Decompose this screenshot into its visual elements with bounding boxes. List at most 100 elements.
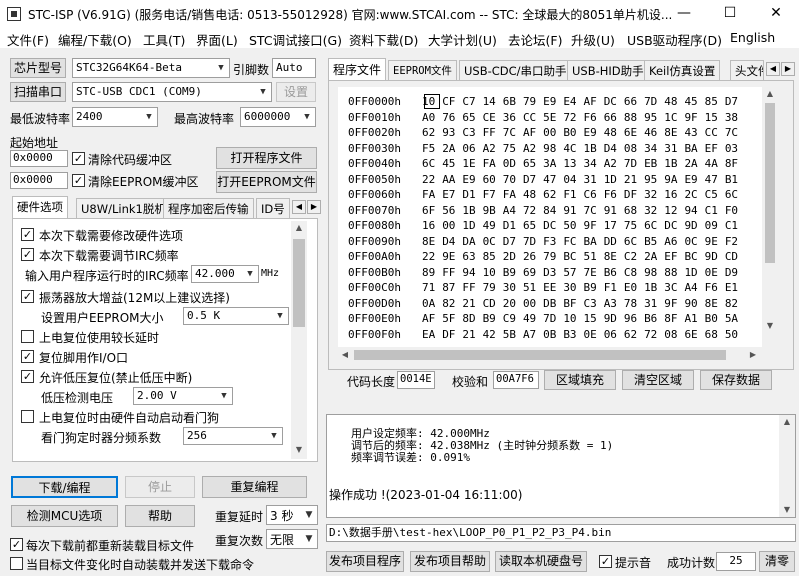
hex-byte[interactable]: 06 (462, 142, 482, 155)
hex-byte[interactable]: 79 (483, 281, 503, 294)
hex-byte[interactable]: 85 (705, 95, 725, 108)
tab-scroll-right-icon[interactable]: ▶ (781, 62, 795, 76)
detect-mcu-button[interactable]: 检测MCU选项 (11, 505, 118, 527)
hex-byte[interactable]: 6E (624, 126, 644, 139)
hex-byte[interactable]: 09 (705, 219, 725, 232)
hex-byte[interactable]: 9D (684, 219, 704, 232)
menu-interface[interactable]: 界面(L) (196, 30, 238, 49)
hex-byte[interactable]: 98 (543, 142, 563, 155)
scroll-up-icon[interactable]: ▲ (762, 87, 778, 101)
open-eeprom-file-button[interactable]: 打开EEPROM文件 (216, 171, 317, 193)
open-program-file-button[interactable]: 打开程序文件 (216, 147, 317, 169)
hex-byte[interactable]: 14 (483, 95, 503, 108)
hex-byte[interactable]: 91 (563, 204, 583, 217)
hex-byte[interactable]: 7C (503, 126, 523, 139)
maximize-button[interactable]: ☐ (707, 0, 753, 28)
hex-byte[interactable]: 16 (422, 219, 442, 232)
hex-byte[interactable]: 72 (563, 111, 583, 124)
hex-byte[interactable]: DF (624, 188, 644, 201)
menu-english[interactable]: English (730, 30, 775, 45)
hex-byte[interactable]: 76 (442, 111, 462, 124)
chip-model-button[interactable]: 芯片型号 (10, 58, 66, 78)
hex-byte[interactable]: 31 (644, 297, 664, 310)
hex-byte[interactable]: F1 (604, 281, 624, 294)
hex-byte[interactable]: 9F (684, 111, 704, 124)
hex-byte[interactable]: 4A (705, 157, 725, 170)
hex-horizontal-scrollbar[interactable]: ◀ ▶ (338, 347, 762, 363)
hex-byte[interactable]: 9E (705, 235, 725, 248)
tab-usb-hid[interactable]: USB-HID助手 (567, 60, 649, 80)
tab-header-file[interactable]: 头文件 (730, 60, 764, 80)
hex-byte[interactable]: 4C (563, 142, 583, 155)
hex-byte[interactable]: 6C (624, 235, 644, 248)
hex-byte[interactable]: C9 (503, 312, 523, 325)
tab-id[interactable]: ID号 (256, 198, 290, 218)
hex-byte[interactable]: 0A (422, 297, 442, 310)
repeat-count-select[interactable]: 无限 ▼ (266, 529, 318, 549)
hex-byte[interactable]: 26 (523, 250, 543, 263)
hex-byte[interactable]: E1 (725, 281, 745, 294)
hex-byte[interactable]: 43 (684, 126, 704, 139)
hex-byte[interactable]: 88 (624, 111, 644, 124)
hex-byte[interactable]: 15 (705, 111, 725, 124)
hex-byte[interactable]: CC (705, 126, 725, 139)
hex-byte[interactable]: 87 (442, 281, 462, 294)
hex-byte[interactable]: B6 (644, 312, 664, 325)
hex-byte[interactable]: 22 (422, 173, 442, 186)
hex-byte[interactable]: EF (705, 142, 725, 155)
hex-byte[interactable]: DD (604, 235, 624, 248)
hex-byte[interactable]: B0 (705, 312, 725, 325)
hex-byte[interactable]: 75 (624, 219, 644, 232)
hex-byte[interactable]: EE (543, 281, 563, 294)
hex-byte[interactable]: 82 (725, 297, 745, 310)
hex-byte[interactable]: FF (442, 266, 462, 279)
hex-byte[interactable]: 7D (543, 312, 563, 325)
hex-byte[interactable]: 0D (503, 157, 523, 170)
hex-byte[interactable]: 46 (644, 126, 664, 139)
clear-eeprom-buffer-checkbox[interactable]: ✓ (72, 174, 85, 187)
hex-byte[interactable]: FF (462, 281, 482, 294)
pin-count-select[interactable]: Auto (272, 58, 316, 78)
hex-byte[interactable]: 75 (503, 142, 523, 155)
hex-byte[interactable]: 21 (624, 173, 644, 186)
clear-area-button[interactable]: 清空区域 (622, 370, 694, 390)
scroll-up-icon[interactable]: ▲ (779, 415, 795, 429)
tab-encrypted-transfer[interactable]: 程序加密后传输 (163, 198, 254, 218)
max-baud-select[interactable]: 6000000 ▼ (240, 107, 316, 127)
hex-byte[interactable]: 98 (644, 266, 664, 279)
hex-byte[interactable]: 9D (604, 312, 624, 325)
hex-byte[interactable]: 70 (503, 173, 523, 186)
hex-byte[interactable]: C5 (705, 188, 725, 201)
hex-byte[interactable]: 10 (483, 266, 503, 279)
hex-byte[interactable]: 08 (664, 328, 684, 341)
close-button[interactable]: ✕ (753, 0, 799, 28)
scroll-down-icon[interactable]: ▼ (779, 503, 795, 517)
minimize-button[interactable]: — (661, 0, 707, 28)
hex-byte[interactable]: CD (483, 297, 503, 310)
low-voltage-reset-checkbox[interactable]: ✓ (21, 370, 34, 383)
hex-byte[interactable]: D4 (604, 142, 624, 155)
hex-byte[interactable]: A2 (523, 142, 543, 155)
hex-byte[interactable]: A1 (684, 312, 704, 325)
hex-byte[interactable]: DC (543, 219, 563, 232)
hex-byte[interactable]: 89 (422, 266, 442, 279)
menu-university[interactable]: 大学计划(U) (428, 30, 497, 49)
scroll-down-icon[interactable]: ▼ (762, 319, 778, 333)
hex-byte[interactable]: 50 (563, 219, 583, 232)
tab-usb-cdc-serial[interactable]: USB-CDC/串口助手 (459, 60, 572, 80)
hex-byte[interactable]: 2D (503, 250, 523, 263)
hex-byte[interactable]: 47 (705, 173, 725, 186)
code-start-address-input[interactable]: 0x0000 (10, 150, 68, 167)
hex-byte[interactable]: 2A (644, 250, 664, 263)
hex-byte[interactable]: 30 (503, 281, 523, 294)
hex-byte[interactable]: F6 (705, 281, 725, 294)
hex-byte[interactable]: 5A (725, 312, 745, 325)
hex-byte[interactable]: 22 (422, 250, 442, 263)
reload-before-download-checkbox[interactable]: ✓ (10, 538, 23, 551)
hex-byte[interactable]: D7 (523, 173, 543, 186)
hex-byte[interactable]: B5 (644, 235, 664, 248)
hex-byte[interactable]: 7E (584, 266, 604, 279)
hex-byte[interactable]: BA (584, 235, 604, 248)
hex-byte[interactable]: 48 (523, 188, 543, 201)
hex-byte[interactable]: 9A (664, 173, 684, 186)
